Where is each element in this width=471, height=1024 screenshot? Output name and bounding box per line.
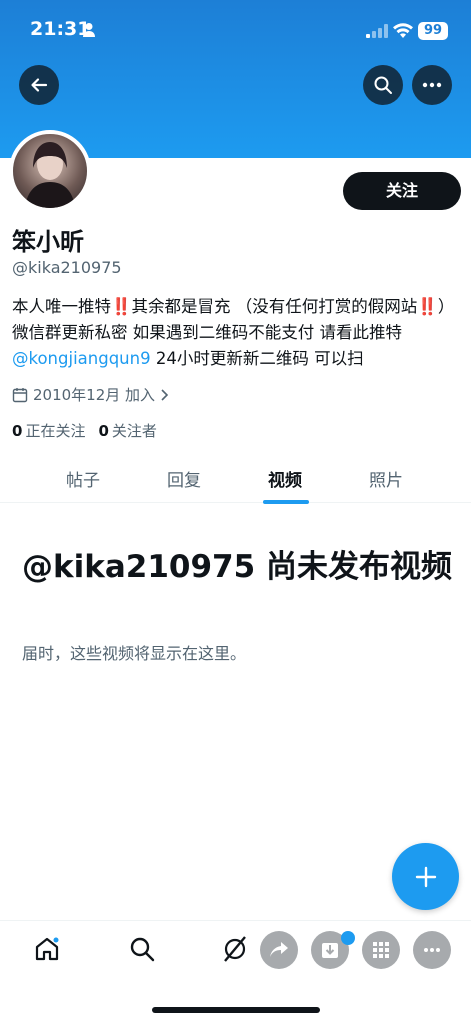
status-bar: 21:31 99 xyxy=(0,0,471,62)
search-icon[interactable] xyxy=(128,935,156,963)
more-options-button[interactable] xyxy=(412,65,452,105)
empty-state-subtitle: 届时，这些视频将显示在这里。 xyxy=(22,644,247,663)
home-icon[interactable] xyxy=(33,935,61,963)
bio-mention-link[interactable]: @kongjiangqun9 xyxy=(12,349,151,368)
share-button[interactable] xyxy=(260,931,298,969)
bio-text: 其余都是冒充 （没有任何打赏的假网站 xyxy=(131,297,418,316)
search-button[interactable] xyxy=(363,65,403,105)
person-icon xyxy=(83,23,95,37)
apps-button[interactable] xyxy=(362,931,400,969)
avatar[interactable] xyxy=(9,130,91,212)
search-icon xyxy=(374,76,392,94)
bio-text: 本人唯一推特 xyxy=(12,297,111,316)
tab-videos[interactable]: 视频 xyxy=(268,466,302,491)
download-icon xyxy=(322,943,338,958)
bottom-navigation xyxy=(0,920,471,1024)
following-stat[interactable]: 0 正在关注 xyxy=(12,420,85,441)
follow-stats: 0 正在关注 0 关注者 xyxy=(12,420,157,441)
profile-tabs: 帖子 回复 视频 照片 xyxy=(0,456,471,504)
back-button[interactable] xyxy=(19,65,59,105)
empty-state-title: @kika210975 尚未发布视频 xyxy=(22,549,452,585)
battery-indicator: 99 xyxy=(418,22,448,40)
double-exclamation-emoji: ‼️ xyxy=(111,297,132,316)
share-icon xyxy=(270,942,288,957)
back-arrow-icon xyxy=(31,78,48,92)
profile-bio: 本人唯一推特‼️其余都是冒充 （没有任何打赏的假网站‼️）微信群更新私密 如果遇… xyxy=(12,294,462,372)
grid-icon xyxy=(373,942,389,958)
tab-replies[interactable]: 回复 xyxy=(167,466,201,491)
joined-text: 2010年12月 加入 xyxy=(33,386,156,404)
chevron-right-icon xyxy=(161,388,169,401)
profile-handle: @kika210975 xyxy=(12,258,122,277)
plus-icon xyxy=(415,866,436,887)
more-icon xyxy=(422,82,442,88)
home-indicator xyxy=(152,1007,320,1013)
tab-photos[interactable]: 照片 xyxy=(369,466,403,491)
grok-icon[interactable] xyxy=(221,935,249,963)
active-tab-indicator xyxy=(263,500,309,504)
joined-date[interactable]: 2010年12月 加入 xyxy=(12,384,170,405)
followers-stat[interactable]: 0 关注者 xyxy=(98,420,156,441)
more-button[interactable] xyxy=(413,931,451,969)
profile-name: 笨小昕 xyxy=(12,228,84,256)
signal-icon xyxy=(366,24,388,38)
notification-badge xyxy=(341,931,355,945)
double-exclamation-emoji: ‼️ xyxy=(417,297,438,316)
compose-button[interactable] xyxy=(392,843,459,910)
tab-posts[interactable]: 帖子 xyxy=(66,466,100,491)
follow-button[interactable]: 关注 xyxy=(343,172,461,210)
avatar-image xyxy=(25,142,75,208)
bio-text: 24小时更新新二维码 可以扫 xyxy=(150,349,364,368)
calendar-icon xyxy=(12,387,28,402)
more-icon xyxy=(424,948,440,952)
wifi-icon xyxy=(393,23,413,38)
